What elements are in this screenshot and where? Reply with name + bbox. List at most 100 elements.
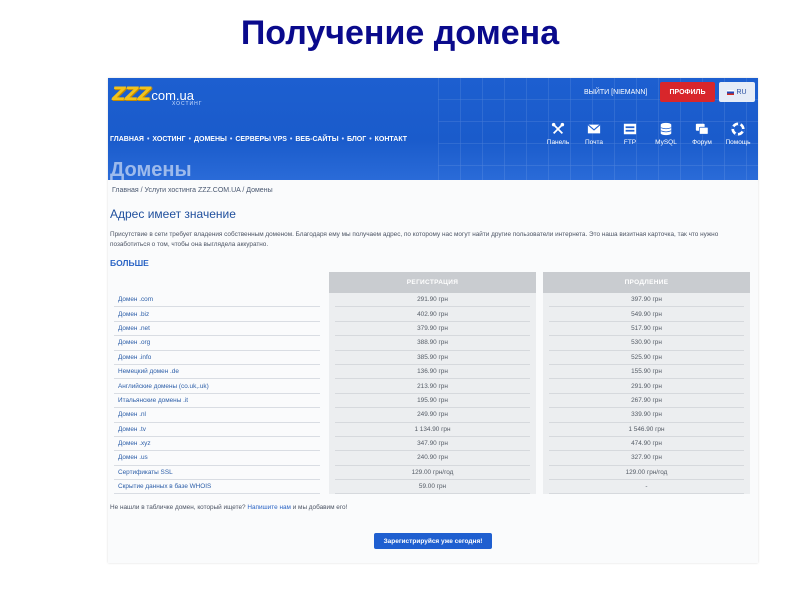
intro-text: Присутствие в сети требует владения собс… bbox=[110, 231, 719, 248]
breadcrumb-home[interactable]: Главная bbox=[112, 187, 139, 194]
site-logo[interactable]: ZZZ com.ua ХОСТИНГ bbox=[112, 83, 201, 107]
domain-name[interactable]: Скрытие данных в базе WHOIS bbox=[114, 480, 320, 495]
database-icon bbox=[660, 122, 672, 136]
lifebuoy-icon bbox=[731, 122, 745, 136]
language-selector[interactable]: RU bbox=[719, 82, 755, 102]
registration-price: 385.90 грн bbox=[335, 351, 530, 365]
website-screenshot: ZZZ com.ua ХОСТИНГ ВЫЙТИ [NIEMANN] ПРОФИ… bbox=[108, 78, 758, 563]
domain-name[interactable]: Сертификаты SSL bbox=[114, 466, 320, 481]
page-title: Домены bbox=[110, 159, 192, 181]
tools-icon bbox=[551, 122, 565, 134]
breadcrumb-hosting[interactable]: Услуги хостинга ZZZ.COM.UA bbox=[145, 187, 241, 194]
renewal-price: 517.90 грн bbox=[549, 322, 744, 337]
breadcrumb: Главная / Услуги хостинга ZZZ.COM.UA / Д… bbox=[112, 187, 273, 194]
domain-name[interactable]: Английские домены (co.uk,.uk) bbox=[114, 379, 320, 394]
slide-title: Получение домена bbox=[240, 14, 560, 52]
section-heading: Адрес имеет значение bbox=[110, 207, 236, 221]
breadcrumb-separator: / bbox=[242, 187, 245, 194]
registration-price: 195.90 грн bbox=[335, 394, 530, 409]
registration-price: 249.90 грн bbox=[335, 408, 530, 423]
nav-item-websites[interactable]: ВЕБ-САЙТЫ bbox=[295, 136, 338, 143]
registration-price: 291.90 грн bbox=[335, 293, 530, 308]
tool-label: Помощь bbox=[725, 139, 751, 146]
registration-prices: 291.90 грн 402.90 грн 379.90 грн 388.90 … bbox=[329, 293, 536, 495]
renewal-price: 155.90 грн bbox=[549, 365, 744, 380]
nav-item-contact[interactable]: КОНТАКТ bbox=[375, 136, 407, 143]
nav-separator: • bbox=[188, 136, 192, 143]
renewal-column: ПРОДЛЕНИЕ 397.90 грн 549.90 грн 517.90 г… bbox=[543, 272, 750, 495]
registration-column: РЕГИСТРАЦИЯ 291.90 грн 402.90 грн 379.90… bbox=[329, 272, 536, 495]
domain-name[interactable]: Домен .nl bbox=[114, 408, 320, 423]
language-label: RU bbox=[736, 88, 747, 96]
domain-name[interactable]: Домен .net bbox=[114, 322, 320, 337]
logo-subtitle: ХОСТИНГ bbox=[172, 101, 203, 107]
domain-names-column: Домен .com Домен .biz Домен .net Домен .… bbox=[114, 293, 320, 495]
domain-name[interactable]: Домен .info bbox=[114, 351, 320, 365]
nav-item-vps[interactable]: СЕРВЕРЫ VPS bbox=[235, 136, 287, 143]
contact-us-link[interactable]: Напишите нам bbox=[247, 504, 291, 511]
renewal-price: 327.90 грн bbox=[549, 451, 744, 466]
renewal-price: 1 546.90 грн bbox=[549, 423, 744, 437]
forum-icon bbox=[695, 123, 709, 135]
nav-separator: • bbox=[146, 136, 150, 143]
tool-label: FTP bbox=[623, 139, 637, 146]
domain-name[interactable]: Домен .us bbox=[114, 451, 320, 466]
domain-name[interactable]: Итальянские домены .it bbox=[114, 394, 320, 409]
logout-link[interactable]: ВЫЙТИ [NIEMANN] bbox=[584, 89, 647, 96]
renewal-price: 549.90 грн bbox=[549, 307, 744, 322]
registration-price: 136.90 грн bbox=[335, 365, 530, 380]
profile-button[interactable]: ПРОФИЛЬ bbox=[660, 82, 715, 102]
registration-price: 240.90 грн bbox=[335, 451, 530, 466]
tool-label: Панель bbox=[546, 139, 570, 146]
registration-price: 402.90 грн bbox=[335, 307, 530, 322]
domain-name[interactable]: Домен .biz bbox=[114, 307, 320, 322]
nav-item-blog[interactable]: БЛОГ bbox=[347, 136, 366, 143]
tool-mysql[interactable]: MySQL bbox=[648, 122, 684, 146]
nav-item-home[interactable]: ГЛАВНАЯ bbox=[110, 136, 144, 143]
nav-item-domains[interactable]: ДОМЕНЫ bbox=[194, 136, 227, 143]
nav-item-hosting[interactable]: ХОСТИНГ bbox=[152, 136, 185, 143]
tool-ftp[interactable]: FTP bbox=[612, 122, 648, 146]
logo-mark: ZZZ bbox=[112, 83, 151, 105]
more-link[interactable]: БОЛЬШЕ bbox=[110, 258, 149, 268]
not-found-tail: и мы добавим его! bbox=[292, 504, 348, 511]
tool-label: Почта bbox=[584, 139, 604, 146]
renewal-price: 291.90 грн bbox=[549, 379, 744, 394]
registration-price: 59.00 грн bbox=[335, 480, 530, 495]
nav-separator: • bbox=[369, 136, 372, 143]
renewal-price: 525.90 грн bbox=[549, 351, 744, 365]
register-today-button[interactable]: Зарегистрируйся уже сегодня! bbox=[374, 533, 492, 549]
registration-price: 129.00 грн/год bbox=[335, 466, 530, 481]
not-found-text: Не нашли в табличке домен, который ищете… bbox=[110, 504, 246, 511]
renewal-price: 267.90 грн bbox=[549, 394, 744, 409]
domain-name[interactable]: Немецкий домен .de bbox=[114, 365, 320, 380]
main-nav: ГЛАВНАЯ • ХОСТИНГ • ДОМЕНЫ • СЕРВЕРЫ VPS… bbox=[110, 136, 407, 143]
domain-name[interactable]: Домен .org bbox=[114, 336, 320, 351]
domain-name[interactable]: Домен .tv bbox=[114, 423, 320, 437]
renewal-prices: 397.90 грн 549.90 грн 517.90 грн 530.90 … bbox=[543, 293, 750, 495]
registration-price: 379.90 грн bbox=[335, 322, 530, 337]
breadcrumb-separator: / bbox=[140, 187, 143, 194]
mail-icon bbox=[587, 124, 601, 134]
breadcrumb-current: Домены bbox=[246, 187, 273, 194]
tool-help[interactable]: Помощь bbox=[720, 122, 756, 146]
renewal-price: 129.00 грн/год bbox=[549, 466, 744, 481]
registration-price: 347.90 грн bbox=[335, 437, 530, 452]
registration-header: РЕГИСТРАЦИЯ bbox=[329, 272, 536, 293]
nav-separator: • bbox=[289, 136, 293, 143]
renewal-price: - bbox=[549, 480, 744, 495]
domain-name[interactable]: Домен .xyz bbox=[114, 437, 320, 452]
toolbar: Панель Почта FTP MySQL Форум Помощь bbox=[540, 122, 756, 146]
registration-price: 213.90 грн bbox=[335, 379, 530, 394]
tool-mail[interactable]: Почта bbox=[576, 122, 612, 146]
registration-price: 388.90 грн bbox=[335, 336, 530, 351]
not-found-note: Не нашли в табличке домен, который ищете… bbox=[110, 504, 347, 511]
ftp-icon bbox=[623, 123, 637, 135]
renewal-price: 397.90 грн bbox=[549, 293, 744, 308]
tool-forum[interactable]: Форум bbox=[684, 122, 720, 146]
nav-separator: • bbox=[341, 136, 345, 143]
renewal-price: 474.90 грн bbox=[549, 437, 744, 452]
ru-flag-icon bbox=[727, 89, 735, 95]
tool-panel[interactable]: Панель bbox=[540, 122, 576, 146]
domain-name[interactable]: Домен .com bbox=[114, 293, 320, 308]
